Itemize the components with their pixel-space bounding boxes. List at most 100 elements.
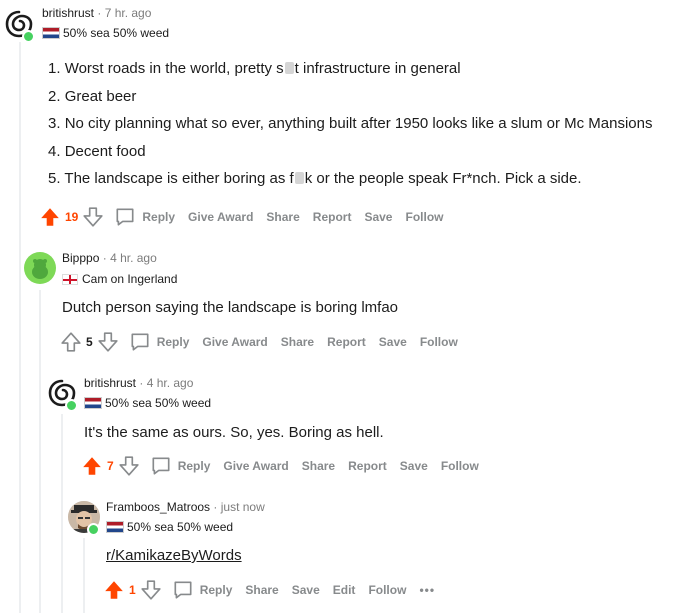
reply-button[interactable] [150,455,172,477]
comment-body: It's the same as ours. So, yes. Boring a… [84,424,384,441]
comment-meta: britishrust · 7 hr. ago [42,6,152,20]
downvote-button[interactable] [118,455,140,477]
censor-blur [294,172,304,184]
follow-button[interactable]: Follow [441,459,479,473]
comment-body: Dutch person saying the landscape is bor… [62,299,399,316]
follow-button[interactable]: Follow [405,210,443,224]
vote-score: 7 [107,459,114,473]
more-options-icon[interactable]: ••• [419,583,435,597]
share-button[interactable]: Share [245,583,278,597]
upvote-arrow-icon [105,581,123,599]
user-flair: 50% sea 50% weed [106,520,233,534]
flair-text: 50% sea 50% weed [105,396,212,410]
username[interactable]: Bipppo [62,251,99,265]
reply-button[interactable] [114,206,136,228]
netherlands-flag-icon [106,521,124,533]
comment-meta: Framboos_Matroos · just now [106,500,265,514]
username[interactable]: britishrust [84,376,136,390]
save-button[interactable]: Save [292,583,320,597]
online-status-dot [65,399,78,412]
follow-button[interactable]: Follow [420,335,458,349]
report-button[interactable]: Report [327,335,366,349]
online-status-dot [22,30,35,43]
comment-bubble-icon [174,581,192,599]
comment-bubble-icon [152,457,170,475]
list-item: 4. Decent food [48,142,146,160]
downvote-arrow-icon [141,580,161,600]
list-item: 3. No city planning what so ever, anythi… [48,115,653,132]
downvote-button[interactable] [82,206,104,228]
upvote-arrow-icon [83,457,101,475]
reply-label[interactable]: Reply [142,210,175,224]
comment-meta: britishrust · 4 hr. ago [84,376,194,390]
comment-actions: 5 Reply Give Award Share Report Save Fol… [60,330,471,354]
vote-score: 19 [65,210,79,224]
timestamp[interactable]: 4 hr. ago [147,376,194,390]
user-flair: Cam on Ingerland [62,272,177,286]
upvote-arrow-icon [41,208,59,226]
reply-label[interactable]: Reply [178,459,211,473]
save-button[interactable]: Save [364,210,392,224]
downvote-button[interactable] [140,579,162,601]
timestamp[interactable]: just now [221,500,265,514]
thread-line[interactable] [39,290,41,613]
flair-text: 50% sea 50% weed [63,26,170,40]
downvote-arrow-icon [119,456,139,476]
online-status-dot [87,523,100,536]
username[interactable]: britishrust [42,6,94,20]
list-item: 5. The landscape is either boring as fk … [48,170,582,187]
user-flair: 50% sea 50% weed [84,396,211,410]
share-button[interactable]: Share [266,210,299,224]
list-item: 2. Great beer [48,87,137,105]
vote-score: 1 [129,583,136,597]
thread-line[interactable] [19,42,21,613]
timestamp[interactable]: 7 hr. ago [105,6,152,20]
comment-actions: 7 Reply Give Award Share Report Save Fol… [81,454,492,478]
thread-line[interactable] [83,538,85,613]
downvote-arrow-icon [83,207,103,227]
upvote-button[interactable] [103,579,125,601]
report-button[interactable]: Report [348,459,387,473]
edit-button[interactable]: Edit [333,583,356,597]
vote-score: 5 [86,335,93,349]
username[interactable]: Framboos_Matroos [106,500,210,514]
give-award-button[interactable]: Give Award [188,210,253,224]
netherlands-flag-icon [42,27,60,39]
report-button[interactable]: Report [313,210,352,224]
follow-button[interactable]: Follow [368,583,406,597]
downvote-button[interactable] [97,331,119,353]
comment-bubble-icon [131,333,149,351]
upvote-arrow-icon [61,332,81,352]
reply-label[interactable]: Reply [157,335,190,349]
comment-bubble-icon [116,208,134,226]
comment-body-list: 1. Worst roads in the world, pretty st i… [48,55,653,193]
save-button[interactable]: Save [400,459,428,473]
comment-meta: Bipppo · 4 hr. ago [62,251,157,265]
downvote-arrow-icon [98,332,118,352]
subreddit-link[interactable]: r/KamikazeByWords [106,547,242,564]
netherlands-flag-icon [84,397,102,409]
comment-actions: 1 Reply Share Save Edit Follow ••• [103,578,448,602]
timestamp[interactable]: 4 hr. ago [110,251,157,265]
avatar[interactable] [24,252,56,284]
share-button[interactable]: Share [302,459,335,473]
snoo-avatar-icon [32,259,48,279]
reply-label[interactable]: Reply [200,583,233,597]
thread-line[interactable] [61,414,63,613]
reply-button[interactable] [129,331,151,353]
censor-blur [284,62,294,74]
comment-actions: 19 Reply Give Award Share Report Save Fo… [39,205,456,229]
reply-button[interactable] [172,579,194,601]
save-button[interactable]: Save [379,335,407,349]
give-award-button[interactable]: Give Award [202,335,267,349]
upvote-button[interactable] [60,331,82,353]
upvote-button[interactable] [81,455,103,477]
upvote-button[interactable] [39,206,61,228]
england-flag-icon [62,273,78,285]
user-flair: 50% sea 50% weed [42,26,169,40]
flair-text: Cam on Ingerland [82,272,178,286]
flair-text: 50% sea 50% weed [127,520,234,534]
list-item: 1. Worst roads in the world, pretty st i… [48,60,461,77]
give-award-button[interactable]: Give Award [223,459,288,473]
share-button[interactable]: Share [281,335,314,349]
